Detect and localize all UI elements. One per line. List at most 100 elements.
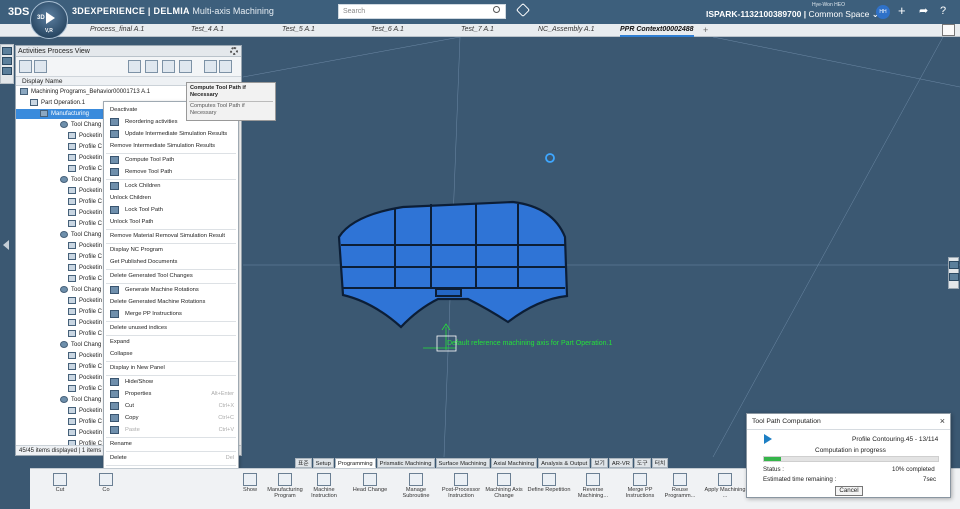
avatar[interactable]: HH (876, 5, 890, 19)
section-tab[interactable]: 터치 (651, 458, 669, 468)
section-tab[interactable]: Axial Machining (490, 458, 538, 468)
menu-item-unlock-tool-path[interactable]: Unlock Tool Path (104, 216, 238, 228)
menu-item-remove-material-removal-simulation-result[interactable]: Remove Material Removal Simulation Resul… (104, 230, 238, 242)
action-head-change[interactable]: Head Change (348, 471, 392, 509)
tab-test-4[interactable]: Test_4 A.1 (191, 24, 224, 37)
help-icon[interactable]: ? (940, 3, 946, 19)
action-co[interactable]: Co (84, 471, 128, 509)
action-apply-machining[interactable]: Apply Machining ... (703, 471, 747, 509)
action-manufacturing-program[interactable]: Manufacturing Program (263, 471, 307, 509)
close-icon[interactable]: × (940, 416, 945, 426)
menu-item-paste[interactable]: Paste Ctrl+V (104, 424, 238, 436)
menu-item-lock-children[interactable]: Lock Children (104, 180, 238, 192)
section-tab[interactable]: 도구 (633, 458, 651, 468)
lock-icon[interactable] (179, 60, 192, 73)
menu-item-properties[interactable]: Properties Alt+Enter (104, 388, 238, 400)
menu-item-label: Merge PP Instructions (125, 311, 182, 317)
menu-item-delete-generated-machine-rotations[interactable]: Delete Generated Machine Rotations (104, 296, 238, 308)
menu-item-collapse[interactable]: Collapse (104, 348, 238, 360)
action-cut[interactable]: Cut (38, 471, 82, 509)
menu-item-label: Rename (110, 441, 132, 447)
menu-item-label: Properties (125, 391, 152, 397)
menu-item-display-in-new-panel[interactable]: Display in New Panel (104, 362, 238, 374)
render-icon[interactable] (949, 273, 959, 281)
menu-item-delete-unused-indices[interactable]: Delete unused indices (104, 322, 238, 334)
filter-icon[interactable] (19, 60, 32, 73)
action-icon (633, 473, 647, 486)
action-post-processor-instruction[interactable]: Post-Processor Instruction (439, 471, 483, 509)
3d-viewport[interactable] (243, 37, 960, 457)
action-manage-subroutine[interactable]: Manage Subroutine (394, 471, 438, 509)
action-reverse-machining[interactable]: Reverse Machining... (571, 471, 615, 509)
gear-icon[interactable] (230, 47, 238, 55)
cancel-button[interactable]: Cancel (835, 486, 863, 496)
menu-item-shortcut: Ctrl+V (218, 427, 234, 433)
settings-icon[interactable] (219, 60, 232, 73)
tree-view-icon[interactable] (2, 47, 12, 55)
action-machine-instruction[interactable]: Machine Instruction (302, 471, 346, 509)
action-label: Manufacturing Program (267, 487, 303, 499)
tab-nc-assembly[interactable]: NC_Assembly A.1 (538, 24, 595, 37)
add-tab-icon[interactable]: + (703, 24, 708, 36)
left-toolbar (0, 44, 14, 84)
machined-part[interactable] (337, 200, 569, 329)
tab-test-6[interactable]: Test_6 A.1 (371, 24, 404, 37)
settings-icon[interactable] (2, 67, 12, 75)
menu-item-rename[interactable]: Rename (104, 438, 238, 450)
menu-item-expand[interactable]: Expand (104, 336, 238, 348)
menu-item-get-published-documents[interactable]: Get Published Documents (104, 256, 238, 268)
section-tab[interactable]: Prismatic Machining (376, 458, 435, 468)
compass-play-icon (46, 12, 55, 24)
section-tab[interactable]: Surface Machining (435, 458, 490, 468)
expand-tree-icon[interactable] (34, 60, 47, 73)
tab-test-7[interactable]: Test_7 A.1 (461, 24, 494, 37)
tree-item-label: Tool Chang (71, 177, 102, 183)
share-icon[interactable]: ➦ (919, 3, 928, 19)
fit-all-icon[interactable] (942, 24, 955, 36)
menu-item-compute-tool-path[interactable]: Compute Tool Path (104, 154, 238, 166)
menu-item-remove-tool-path[interactable]: Remove Tool Path (104, 166, 238, 178)
tag-icon[interactable] (515, 2, 531, 18)
section-tab[interactable]: Programming (334, 458, 376, 468)
tab-ppr-context[interactable]: PPR Context00002488 (620, 24, 694, 37)
action-define-repetition[interactable]: Define Repetition (527, 471, 571, 509)
menu-item-display-nc-program[interactable]: Display NC Program (104, 244, 238, 256)
add-icon[interactable]: + (898, 3, 906, 19)
action-label: Manage Subroutine (402, 487, 430, 499)
menu-item-lock-tool-path[interactable]: Lock Tool Path (104, 204, 238, 216)
view-icon[interactable] (949, 261, 959, 269)
search-input[interactable]: Search (338, 4, 506, 19)
tab-test-5[interactable]: Test_5 A.1 (282, 24, 315, 37)
menu-item-copy[interactable]: Copy Ctrl+C (104, 412, 238, 424)
menu-item-unlock-children[interactable]: Unlock Children (104, 192, 238, 204)
collapse-panel-icon[interactable] (3, 240, 9, 250)
platform-selector[interactable]: ISPARK-1132100389700 | Common Space ⌄ (706, 9, 879, 20)
menu-item-generate-machine-rotations[interactable]: Generate Machine Rotations (104, 284, 238, 296)
action-merge-pp-instructions[interactable]: Merge PP Instructions (618, 471, 662, 509)
grid-line (712, 37, 960, 88)
menu-item-hide-show[interactable]: Hide/Show (104, 376, 238, 388)
menu-item-delete-generated-tool-changes[interactable]: Delete Generated Tool Changes (104, 270, 238, 282)
tree-item-label: Profile C (79, 166, 103, 172)
layers-icon[interactable] (2, 57, 12, 65)
compass-icon[interactable]: 3D V,R (30, 1, 68, 39)
menu-item-delete[interactable]: Delete Del (104, 452, 238, 464)
menu-item-remove-intermediate-simulation-results[interactable]: Remove Intermediate Simulation Results (104, 140, 238, 152)
section-tab[interactable]: 표준 (295, 458, 312, 468)
compute-tool-path-icon[interactable] (128, 60, 141, 73)
section-tab[interactable]: Setup (312, 458, 334, 468)
action-reuse-programm[interactable]: Reuse Programm... (658, 471, 702, 509)
tree-item-label: Part Operation.1 (41, 100, 86, 106)
menu-item-merge-pp-instructions[interactable]: Merge PP Instructions (104, 308, 238, 320)
section-tab[interactable]: 보기 (591, 458, 608, 468)
menu-item-update-intermediate-simulation-results[interactable]: Update Intermediate Simulation Results (104, 128, 238, 140)
search-icon[interactable] (493, 6, 500, 13)
tab-process-final[interactable]: Process_final A.1 (90, 24, 144, 37)
compute-if-necessary-icon[interactable] (162, 60, 175, 73)
menu-item-cut[interactable]: Cut Ctrl+X (104, 400, 238, 412)
section-tab[interactable]: AR-VR (608, 458, 633, 468)
action-machining-axis-change[interactable]: Machining Axis Change (482, 471, 526, 509)
video-icon[interactable] (204, 60, 217, 73)
section-tab[interactable]: Analysis & Output (538, 458, 591, 468)
remove-tool-path-icon[interactable] (145, 60, 158, 73)
